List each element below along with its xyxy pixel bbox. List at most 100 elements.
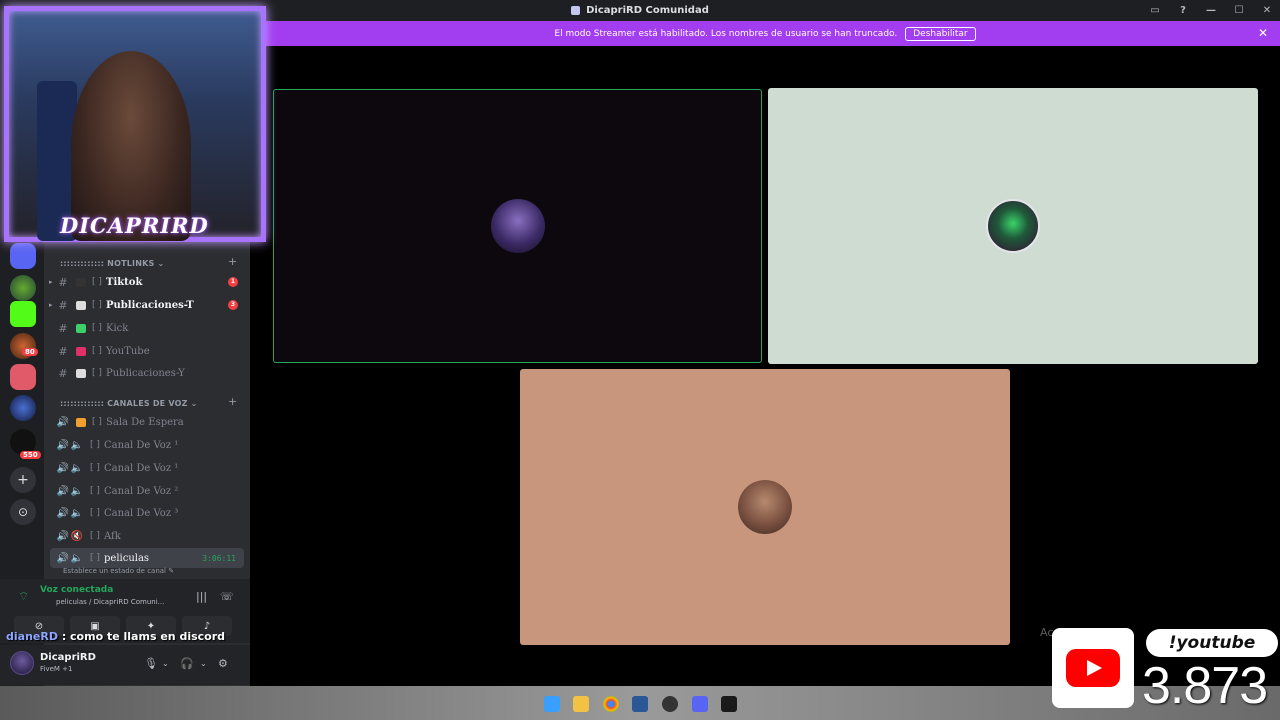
chevron-down-icon[interactable]: ⌄ (200, 659, 207, 668)
start-icon[interactable] (544, 696, 560, 712)
obs-icon[interactable] (662, 696, 678, 712)
voice-status[interactable]: Voz conectada (40, 585, 113, 595)
app-icon[interactable] (632, 696, 648, 712)
voice-channel-2[interactable]: 🔊 🔈 [ ] Canal De Voz ² (50, 481, 244, 501)
stream-chat-message: dianeRD : como te llams en discord (6, 630, 225, 643)
bracket-icon: [ ] (90, 486, 100, 496)
voice-timer: 3:06:11 (202, 553, 236, 563)
category-notlinks[interactable]: ꞉꞉꞉꞉꞉꞉꞉꞉꞉꞉꞉꞉꞉ NOTLINKS ⌄ (60, 259, 164, 268)
video-tile-old-man[interactable] (520, 369, 1010, 645)
server-icon-2[interactable] (10, 275, 36, 301)
channel-label: Canal De Voz ¹ (104, 462, 179, 474)
speaker-icon: 🔊 (56, 416, 70, 428)
emoji-icon (76, 417, 86, 427)
speaker-icon: 🔊 (56, 530, 70, 542)
speaker-icon: 🔊 (56, 462, 70, 474)
discover-icon[interactable]: ⊙ (10, 499, 36, 525)
speaker-icon: 🔊 (56, 439, 70, 451)
speaker-icon: 🔈 (70, 439, 84, 451)
title-wrap: DicapriRD Comunidad (571, 5, 709, 16)
speaker-icon: 🔊 (56, 507, 70, 519)
close-button[interactable]: ✕ (1260, 3, 1274, 17)
chat-text: : como te llams en discord (61, 630, 226, 643)
avatar[interactable] (10, 651, 34, 675)
bracket-icon: [ ] (92, 300, 102, 310)
add-channel-icon[interactable]: + (228, 255, 237, 268)
unread-badge: 3 (228, 300, 238, 310)
hash-icon: # (58, 321, 68, 335)
channel-publicaciones-t[interactable]: ▸ # [ ] Publicaciones-T 3 (49, 295, 244, 315)
emoji-icon (76, 277, 86, 287)
avatar (986, 199, 1040, 253)
category-label: ꞉꞉꞉꞉꞉꞉꞉꞉꞉꞉꞉꞉꞉ NOTLINKS (60, 259, 155, 268)
user-status: FiveM +1 (40, 665, 73, 673)
video-tile-hero[interactable] (768, 88, 1258, 364)
noise-suppression-icon[interactable]: ||| (196, 590, 207, 603)
server-icon-5[interactable] (10, 364, 36, 390)
voice-channel-sala-de-espera[interactable]: 🔊 [ ] Sala De Espera (50, 412, 244, 432)
speaker-icon: 🔊 (56, 485, 70, 497)
username[interactable]: DicapriRD (40, 652, 96, 663)
youtube-logo-box (1052, 628, 1134, 708)
channel-label: Canal De Voz ¹ (104, 439, 179, 451)
channel-kick[interactable]: # [ ] Kick (50, 318, 244, 338)
minimize-button[interactable]: — (1204, 3, 1218, 17)
youtube-icon (1066, 649, 1120, 687)
voice-channel-3[interactable]: 🔊 🔈 [ ] Canal De Voz ³ (50, 503, 244, 523)
chevron-right-icon: ▸ (49, 278, 53, 286)
disable-streamer-button[interactable]: Deshabilitar (905, 26, 976, 41)
youtube-command-label: !youtube (1146, 629, 1278, 657)
user-panel: DicapriRD FiveM +1 🎙 ⌄ 🎧 ⌄ ⚙ (0, 645, 250, 685)
chrome-icon[interactable] (603, 696, 619, 712)
server-logo-icon (571, 6, 581, 15)
streamer-mode-banner: El modo Streamer está habilitado. Los no… (250, 21, 1280, 46)
gear-icon[interactable]: ⚙ (218, 657, 228, 670)
voice-channel-1[interactable]: 🔊 🔈 [ ] Canal De Voz ¹ (50, 435, 244, 455)
bracket-icon: [ ] (90, 508, 100, 518)
add-server-icon[interactable]: + (10, 467, 36, 493)
voice-stage (250, 46, 1280, 693)
voice-channel-1b[interactable]: 🔊 🔈 [ ] Canal De Voz ¹ (50, 458, 244, 478)
chevron-down-icon[interactable]: ⌄ (162, 659, 169, 668)
inbox-icon[interactable]: ▭ (1148, 3, 1162, 17)
discord-app: DicapriRD Comunidad ▭ ? — ☐ ✕ El modo St… (0, 0, 1280, 720)
bracket-icon: [ ] (92, 417, 102, 427)
disconnect-icon[interactable]: ☏ (220, 590, 234, 603)
category-canales-de-voz[interactable]: ꞉꞉꞉꞉꞉꞉꞉꞉꞉꞉꞉꞉꞉ CANALES DE VOZ ⌄ (60, 399, 197, 408)
server-icon-6[interactable] (10, 395, 36, 421)
voice-channel-afk[interactable]: 🔊 🔇 [ ] Afk (50, 526, 244, 546)
emoji-icon (76, 368, 86, 378)
channel-label: Publicaciones-T (106, 299, 194, 311)
avatar (490, 199, 545, 253)
speaker-icon: 🔈 (70, 462, 84, 474)
channel-label: Afk (104, 530, 121, 542)
file-explorer-icon[interactable] (573, 696, 589, 712)
channel-label: Kick (106, 322, 129, 334)
speaker-icon: 🔈 (70, 552, 84, 564)
bracket-icon: [ ] (92, 368, 102, 378)
channel-tiktok[interactable]: ▸ # [ ] Tiktok 1 (49, 272, 244, 292)
voice-channel-peliculas[interactable]: 🔊 🔈 [ ] peliculas 3:06:11 (50, 548, 244, 568)
kick-server-icon[interactable] (10, 301, 36, 327)
app-icon[interactable] (721, 696, 737, 712)
youtube-subscriber-count: 3.873 (1142, 657, 1268, 715)
hash-icon: # (58, 366, 68, 380)
channel-youtube[interactable]: # [ ] YouTube (50, 341, 244, 361)
emoji-icon (76, 323, 86, 333)
webcam-logo: DICAPRIRD (60, 213, 209, 238)
microphone-icon[interactable]: 🎙 (144, 657, 158, 670)
help-icon[interactable]: ? (1176, 3, 1190, 17)
chevron-down-icon: ⌄ (190, 399, 198, 408)
webcam-overlay: DICAPRIRD (0, 0, 272, 246)
headphones-icon[interactable]: 🎧 (180, 657, 194, 670)
add-channel-icon[interactable]: + (228, 395, 237, 408)
channel-publicaciones-y[interactable]: # [ ] Publicaciones-Y (50, 363, 244, 383)
video-tile-dicaprird[interactable] (273, 89, 762, 363)
maximize-button[interactable]: ☐ (1232, 3, 1246, 17)
server-icon-home[interactable] (10, 243, 36, 269)
close-icon[interactable]: ✕ (1258, 26, 1268, 40)
channel-status-hint[interactable]: Establece un estado de canal ✎ (63, 567, 174, 575)
discord-icon[interactable] (692, 696, 708, 712)
voice-channel-path[interactable]: peliculas / DicapriRD Comuni... (56, 598, 164, 606)
channel-label: Canal De Voz ³ (104, 507, 179, 519)
